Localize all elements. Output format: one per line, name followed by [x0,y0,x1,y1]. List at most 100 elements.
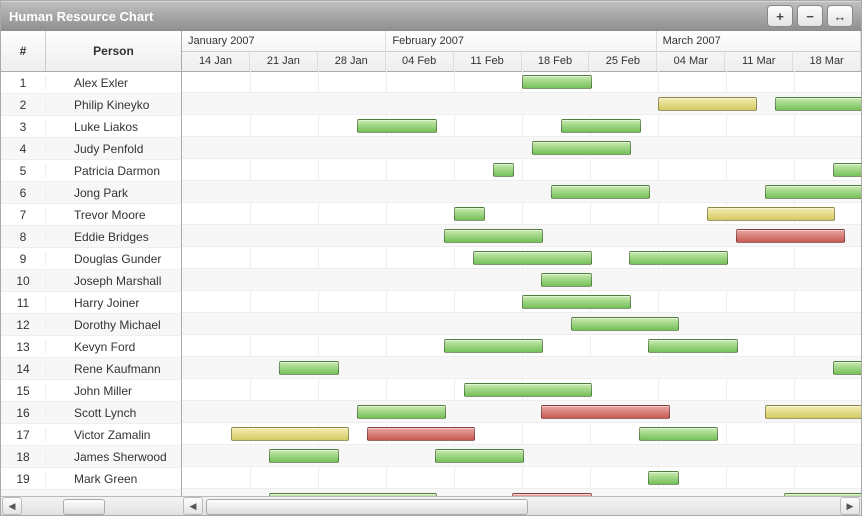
left-header: # Person [1,31,181,72]
gantt-bar[interactable] [629,251,728,265]
zoom-out-button[interactable]: − [797,5,823,27]
gantt-bar[interactable] [522,75,592,89]
week-header: 18 Feb [522,51,590,71]
gantt-bar[interactable] [279,361,339,375]
person-name: Patricia Darmon [46,164,181,178]
gantt-bar[interactable] [833,361,861,375]
timeline-rows [182,71,861,497]
gantt-bar[interactable] [658,97,757,111]
timeline-row [182,423,861,445]
table-row[interactable]: 12Dorothy Michael [1,314,181,336]
page-title: Human Resource Chart [9,9,153,24]
row-number: 3 [1,120,46,134]
gantt-bar[interactable] [541,273,592,287]
gantt-bar[interactable] [367,427,476,441]
gantt-bar[interactable] [775,97,861,111]
row-number: 13 [1,340,46,354]
table-row[interactable]: 17Victor Zamalin [1,424,181,446]
row-number: 11 [1,296,46,310]
row-number: 14 [1,362,46,376]
person-name: Rene Kaufmann [46,362,181,376]
row-number: 7 [1,208,46,222]
gantt-bar[interactable] [493,163,514,177]
timeline-header: January 2007February 2007March 2007 14 J… [182,31,861,72]
gantt-bar[interactable] [648,471,679,485]
table-row[interactable]: 14Rene Kaufmann [1,358,181,380]
table-row[interactable]: 9Douglas Gunder [1,248,181,270]
row-number: 12 [1,318,46,332]
week-header: 04 Mar [657,51,725,71]
scroll-right-icon[interactable]: ▶ [840,497,860,515]
gantt-bar[interactable] [357,405,446,419]
person-list: 1Alex Exler2Philip Kineyko3Luke Liakos4J… [1,72,181,515]
scroll-left-icon[interactable]: ◀ [183,497,203,515]
row-number: 1 [1,76,46,90]
week-header: 14 Jan [182,51,250,71]
gantt-bar[interactable] [454,207,485,221]
timeline-row [182,269,861,291]
gantt-bar[interactable] [736,229,845,243]
zoom-fit-button[interactable]: ↔ [827,5,853,27]
timeline-row [182,159,861,181]
scroll-thumb[interactable] [206,499,528,515]
gantt-bar[interactable] [765,405,861,419]
gantt-bar[interactable] [522,295,631,309]
row-number: 8 [1,230,46,244]
col-header-person: Person [46,31,181,71]
gantt-bar[interactable] [571,317,680,331]
table-row[interactable]: 3Luke Liakos [1,116,181,138]
gantt-bar[interactable] [765,185,861,199]
person-name: James Sherwood [46,450,181,464]
table-row[interactable]: 6Jong Park [1,182,181,204]
gantt-bar[interactable] [464,383,592,397]
person-name: Mark Green [46,472,181,486]
person-name: John Miller [46,384,181,398]
table-row[interactable]: 2Philip Kineyko [1,94,181,116]
table-row[interactable]: 4Judy Penfold [1,138,181,160]
scroll-left-icon[interactable]: ◀ [2,497,22,515]
gantt-bar[interactable] [541,405,669,419]
month-header: March 2007 [657,31,861,51]
gantt-bar[interactable] [648,339,737,353]
gantt-bar[interactable] [707,207,835,221]
table-row[interactable]: 11Harry Joiner [1,292,181,314]
gantt-bar[interactable] [357,119,437,133]
gantt-bar[interactable] [231,427,350,441]
gantt-bar[interactable] [473,251,592,265]
gantt-bar[interactable] [833,163,861,177]
gantt-bar[interactable] [561,119,641,133]
zoom-in-button[interactable]: + [767,5,793,27]
table-row[interactable]: 5Patricia Darmon [1,160,181,182]
table-row[interactable]: 8Eddie Bridges [1,226,181,248]
table-row[interactable]: 16Scott Lynch [1,402,181,424]
gantt-bar[interactable] [444,229,543,243]
row-number: 16 [1,406,46,420]
scroll-thumb[interactable] [63,499,105,515]
week-header: 25 Feb [589,51,657,71]
table-row[interactable]: 15John Miller [1,380,181,402]
table-row[interactable]: 19Mark Green [1,468,181,490]
table-row[interactable]: 18James Sherwood [1,446,181,468]
scroll-track[interactable] [204,499,839,513]
row-number: 2 [1,98,46,112]
timeline-scrollbar[interactable]: ◀ ▶ [182,496,861,515]
row-number: 10 [1,274,46,288]
gantt-bar[interactable] [435,449,524,463]
gantt-bar[interactable] [269,449,339,463]
gantt-bar[interactable] [532,141,631,155]
person-name: Eddie Bridges [46,230,181,244]
table-row[interactable]: 13Kevyn Ford [1,336,181,358]
person-name: Douglas Gunder [46,252,181,266]
row-number: 5 [1,164,46,178]
gantt-bar[interactable] [551,185,650,199]
person-name: Alex Exler [46,76,181,90]
person-name: Luke Liakos [46,120,181,134]
month-header: February 2007 [386,31,656,51]
gantt-bar[interactable] [639,427,719,441]
table-row[interactable]: 1Alex Exler [1,72,181,94]
gantt-bar[interactable] [444,339,543,353]
table-row[interactable]: 10Joseph Marshall [1,270,181,292]
row-number: 6 [1,186,46,200]
title-bar: Human Resource Chart + − ↔ [1,1,861,32]
table-row[interactable]: 7Trevor Moore [1,204,181,226]
